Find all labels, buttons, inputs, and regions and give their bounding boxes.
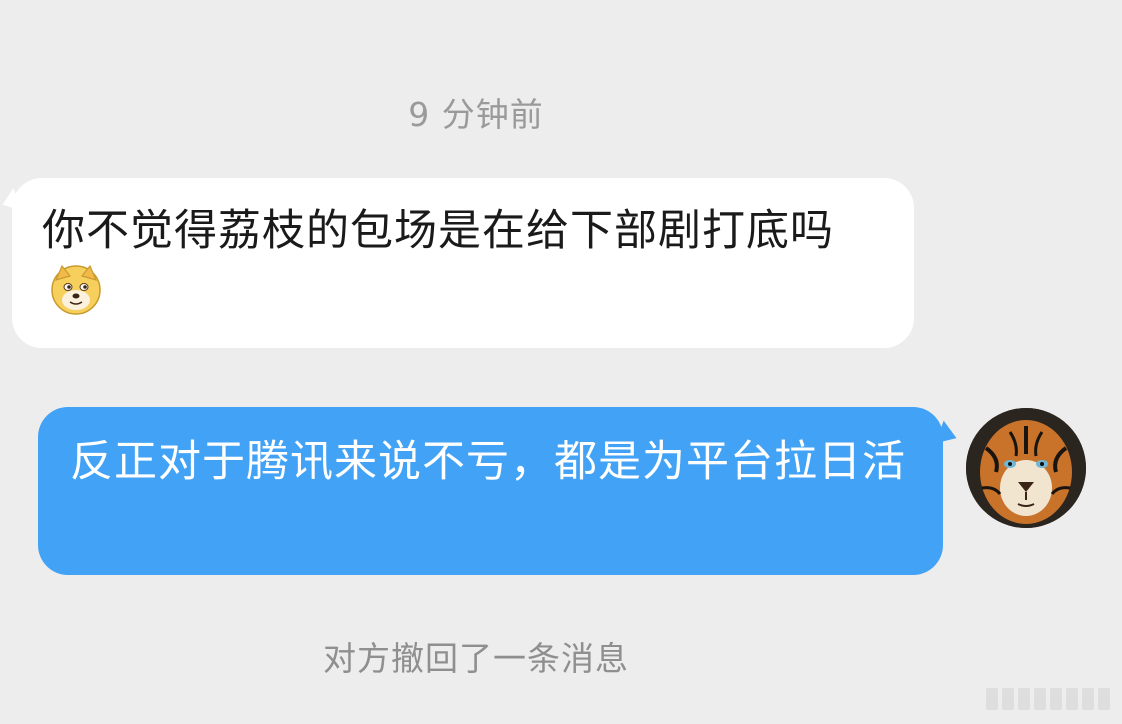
tiger-icon	[966, 408, 1086, 528]
user-avatar[interactable]	[966, 408, 1086, 528]
doge-emoji-icon	[51, 264, 101, 315]
chat-view: 9 分钟前 你不觉得荔枝的包场是在给下部剧打底吗 反正对于腾讯来说不亏，都是为平…	[0, 0, 1122, 724]
outgoing-message-bubble[interactable]: 反正对于腾讯来说不亏，都是为平台拉日活	[38, 407, 943, 575]
recall-notice: 对方撤回了一条消息	[323, 639, 629, 678]
incoming-message-bubble[interactable]: 你不觉得荔枝的包场是在给下部剧打底吗	[12, 178, 914, 348]
watermark	[986, 688, 1110, 710]
message-timestamp: 9 分钟前	[408, 95, 544, 134]
incoming-message-text: 你不觉得荔枝的包场是在给下部剧打底吗	[42, 206, 834, 256]
outgoing-message-text: 反正对于腾讯来说不亏，都是为平台拉日活	[70, 437, 906, 487]
